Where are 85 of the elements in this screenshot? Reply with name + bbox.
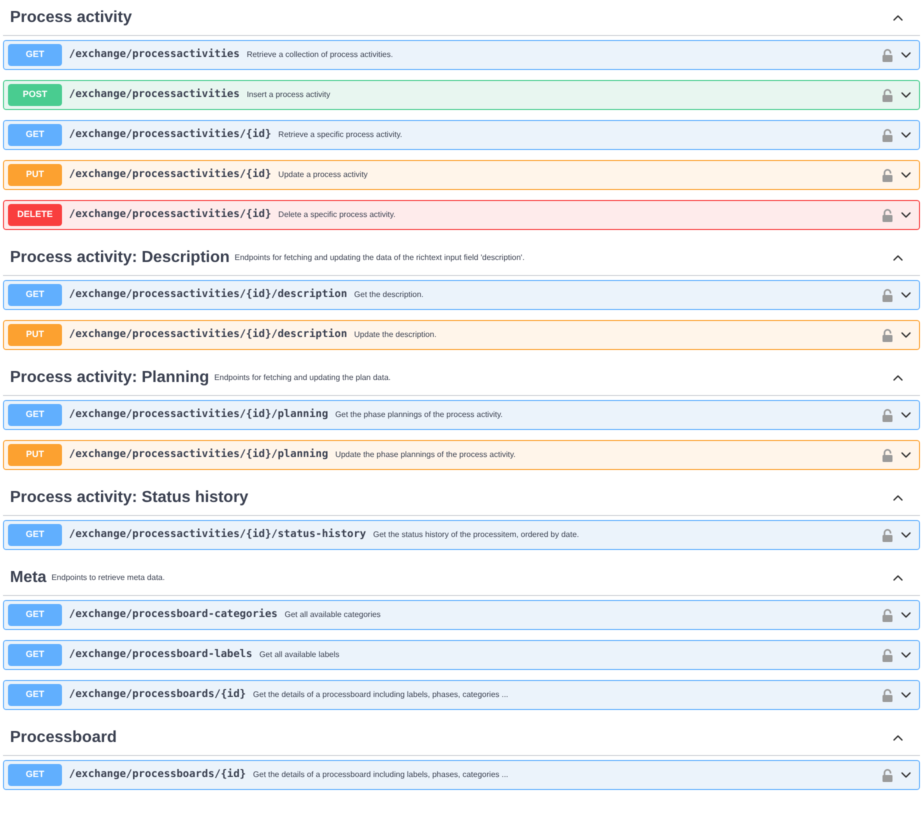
padlock-icon [882,688,893,702]
method-badge: GET [8,44,62,66]
operation-row[interactable]: DELETE /exchange/processactivities/{id} Delete a specific process activity. [3,200,920,230]
operation-row[interactable]: PUT /exchange/processactivities/{id}/planning Update the phase plannings of the process activity. [3,440,920,470]
method-badge: GET [8,524,62,546]
padlock-icon [882,288,893,302]
endpoint-summary: Get all available labels [259,649,340,661]
operation-row[interactable]: GET /exchange/processactivities/{id}/description Get the description. [3,280,920,310]
padlock-icon [882,88,893,102]
method-badge: GET [8,684,62,706]
padlock-icon [882,448,893,462]
endpoint-summary: Get the description. [354,289,424,301]
operation-row[interactable]: GET /exchange/processactivities/{id}/planning Get the phase plannings of the process activity. [3,400,920,430]
section-description: Endpoints for fetching and updating the plan data. [214,372,391,384]
endpoint-path: /exchange/processactivities/{id}/description [69,327,348,342]
endpoint-summary: Get the status history of the processitem, ordered by date. [373,529,580,541]
section-header[interactable]: Meta Endpoints to retrieve meta data. [3,560,920,596]
endpoint-path: /exchange/processactivities/{id}/description [69,287,348,302]
endpoint-summary: Retrieve a collection of process activities. [246,49,393,61]
endpoint-summary: Retrieve a specific process activity. [278,129,402,141]
endpoint-summary: Update the phase plannings of the process activity. [335,449,516,461]
operation-row[interactable]: GET /exchange/processboard-labels Get all available labels [3,640,920,670]
method-badge: PUT [8,324,62,346]
endpoint-summary: Get the details of a processboard including labels, phases, categories ... [253,689,508,701]
endpoint-summary: Insert a process activity [246,89,330,101]
section-title: Process activity: Description [10,248,230,268]
endpoint-path: /exchange/processactivities/{id}/planning [69,447,328,462]
endpoint-path: /exchange/processboard-labels [69,647,252,662]
endpoint-path: /exchange/processactivities [69,47,240,62]
endpoint-summary: Get all available categories [284,609,381,621]
operation-row[interactable]: PUT /exchange/processactivities/{id} Update a process activity [3,160,920,190]
operation-row[interactable]: GET /exchange/processboards/{id} Get the details of a processboard including labels, phases, categories ... [3,680,920,710]
section-header[interactable]: Process activity: Status history [3,480,920,516]
endpoint-summary: Delete a specific process activity. [278,209,396,221]
method-badge: GET [8,284,62,306]
endpoint-summary: Update the description. [354,329,436,341]
endpoint-path: /exchange/processboards/{id} [69,767,246,782]
endpoint-path: /exchange/processactivities/{id} [69,167,272,182]
endpoint-path: /exchange/processactivities [69,87,240,102]
operation-row[interactable]: PUT /exchange/processactivities/{id}/description Update the description. [3,320,920,350]
method-badge: DELETE [8,204,62,226]
operation-row[interactable]: GET /exchange/processactivities/{id} Retrieve a specific process activity. [3,120,920,150]
method-badge: PUT [8,444,62,466]
section-description: Endpoints to retrieve meta data. [51,572,165,584]
padlock-icon [882,648,893,662]
operation-row[interactable]: POST /exchange/processactivities Insert a process activity [3,80,920,110]
padlock-icon [882,608,893,622]
section-header[interactable]: Process activity: Description Endpoints for fetching and updating the data of the richtext input field 'description'. [3,240,920,276]
endpoint-path: /exchange/processactivities/{id}/status-history [69,527,366,542]
padlock-icon [882,48,893,62]
operation-row[interactable]: GET /exchange/processactivities Retrieve a collection of process activities. [3,40,920,70]
endpoint-summary: Update a process activity [278,169,368,181]
section-title: Processboard [10,728,117,748]
section-header[interactable]: Process activity: Planning Endpoints for fetching and updating the plan data. [3,360,920,396]
section-header[interactable]: Process activity [3,0,920,36]
endpoint-path: /exchange/processactivities/{id} [69,207,272,222]
endpoint-summary: Get the details of a processboard including labels, phases, categories ... [253,769,508,781]
padlock-icon [882,328,893,342]
method-badge: PUT [8,164,62,186]
padlock-icon [882,128,893,142]
padlock-icon [882,528,893,542]
method-badge: GET [8,764,62,786]
section-title: Meta [10,568,46,588]
method-badge: POST [8,84,62,106]
endpoint-path: /exchange/processboards/{id} [69,687,246,702]
endpoint-summary: Get the phase plannings of the process activity. [335,409,503,421]
method-badge: GET [8,404,62,426]
method-badge: GET [8,604,62,626]
padlock-icon [882,208,893,222]
section-title: Process activity: Status history [10,488,248,508]
padlock-icon [882,768,893,782]
section-header[interactable]: Processboard [3,720,920,756]
method-badge: GET [8,644,62,666]
operation-row[interactable]: GET /exchange/processactivities/{id}/status-history Get the status history of the processitem, ordered by date. [3,520,920,550]
endpoint-path: /exchange/processactivities/{id} [69,127,272,142]
section-description: Endpoints for fetching and updating the data of the richtext input field 'description'. [234,252,525,264]
endpoint-path: /exchange/processactivities/{id}/planning [69,407,328,422]
operation-row[interactable]: GET /exchange/processboard-categories Get all available categories [3,600,920,630]
operation-row[interactable]: GET /exchange/processboards/{id} Get the details of a processboard including labels, phases, categories ... [3,760,920,790]
endpoint-path: /exchange/processboard-categories [69,607,278,622]
method-badge: GET [8,124,62,146]
padlock-icon [882,408,893,422]
section-title: Process activity [10,8,132,28]
section-title: Process activity: Planning [10,368,210,388]
padlock-icon [882,168,893,182]
